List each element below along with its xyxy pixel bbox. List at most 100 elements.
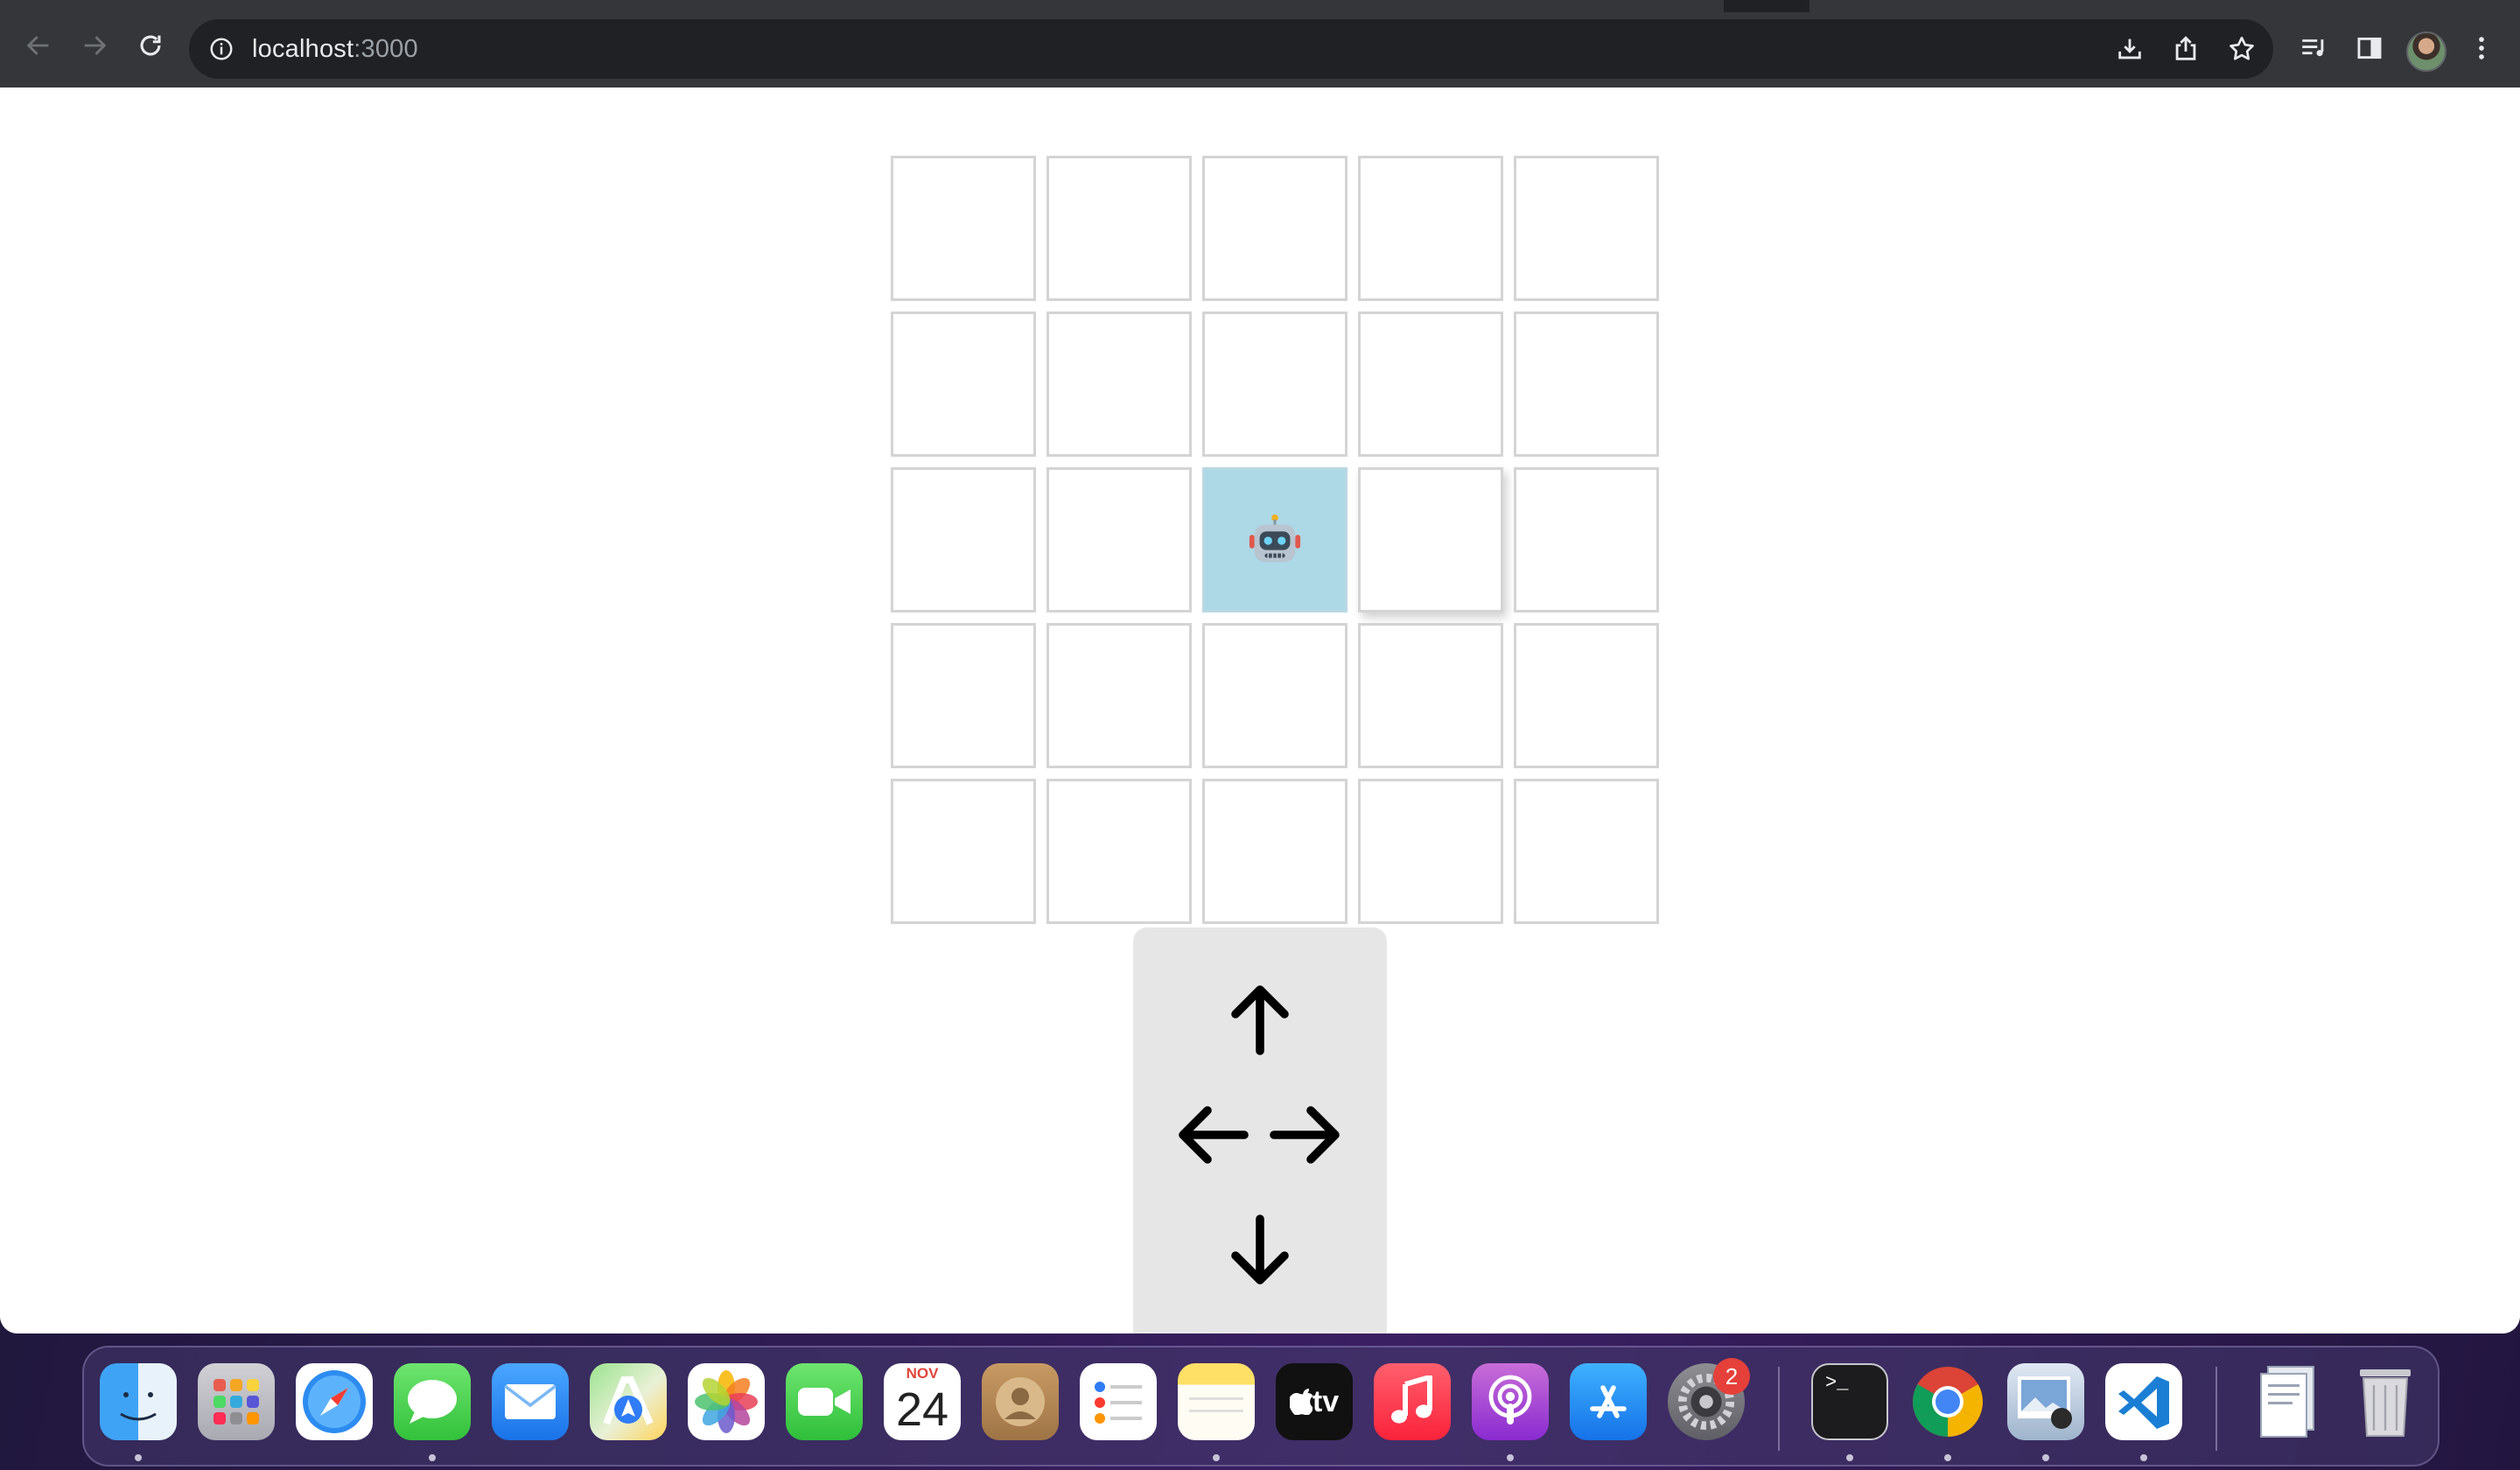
dock-calendar[interactable]: NOV 24: [884, 1363, 961, 1440]
robot-icon: [1249, 514, 1301, 563]
dock-vscode[interactable]: [2105, 1363, 2182, 1440]
install-app-button[interactable]: [2112, 32, 2147, 66]
tab-active[interactable]: [0, 0, 1724, 12]
profile-avatar[interactable]: [2406, 32, 2446, 72]
dock-mail[interactable]: [492, 1363, 569, 1440]
running-indicator: [1944, 1454, 1951, 1461]
calendar-month: NOV: [906, 1365, 939, 1382]
tab-other[interactable]: [1810, 0, 2520, 12]
grid-cell[interactable]: [1202, 623, 1348, 768]
facetime-camera-icon: [798, 1388, 850, 1416]
star-icon: [2230, 36, 2254, 60]
dock-app-store[interactable]: [1570, 1363, 1647, 1440]
browser-toolbar: localhost:3000: [0, 0, 2520, 88]
share-button[interactable]: [2168, 32, 2203, 66]
grid-cell[interactable]: [1358, 156, 1503, 301]
grid-cell[interactable]: [891, 623, 1036, 768]
grid-cell[interactable]: [1358, 467, 1503, 612]
dock-messages[interactable]: [394, 1363, 471, 1440]
right-button[interactable]: [1257, 1087, 1354, 1183]
running-indicator: [2042, 1454, 2049, 1461]
reload-button[interactable]: [133, 28, 168, 63]
grid-cell[interactable]: [1514, 467, 1659, 612]
media-control-button[interactable]: [2296, 31, 2331, 66]
dock-terminal[interactable]: >_: [1811, 1363, 1888, 1440]
running-indicator: [1507, 1454, 1514, 1461]
chrome-icon: [1913, 1367, 1983, 1437]
grid-cell[interactable]: [1514, 156, 1659, 301]
address-bar[interactable]: localhost:3000: [189, 19, 2273, 79]
down-button[interactable]: [1212, 1202, 1308, 1298]
dock-documents-stack[interactable]: [2249, 1363, 2326, 1440]
grid-cell-robot[interactable]: [1202, 467, 1348, 612]
url-text: localhost:3000: [252, 35, 418, 64]
grid-cell[interactable]: [1202, 779, 1348, 924]
notification-badge: 2: [1713, 1358, 1750, 1395]
dock-trash[interactable]: [2347, 1363, 2424, 1440]
grid-cell[interactable]: [1046, 156, 1192, 301]
side-panel-button[interactable]: [2352, 31, 2387, 66]
finder-icon: [120, 1392, 157, 1421]
app-store-icon: [1590, 1385, 1627, 1418]
bookmark-button[interactable]: [2224, 32, 2259, 66]
grid-cell[interactable]: [891, 156, 1036, 301]
grid-cell[interactable]: [1358, 779, 1503, 924]
direction-controls: [1133, 928, 1387, 1334]
running-indicator: [2140, 1454, 2147, 1461]
dock-notes[interactable]: [1178, 1363, 1255, 1440]
safari-compass-icon: [303, 1370, 366, 1433]
grid-cell[interactable]: [1046, 779, 1192, 924]
grid-cell[interactable]: [1046, 623, 1192, 768]
dock-facetime[interactable]: [786, 1363, 863, 1440]
grid-cell[interactable]: [891, 779, 1036, 924]
grid-cell[interactable]: [1046, 467, 1192, 612]
dock-reminders[interactable]: [1080, 1363, 1157, 1440]
dock-launchpad[interactable]: [198, 1363, 275, 1440]
podcasts-icon: [1488, 1375, 1532, 1424]
grid-cell[interactable]: [1358, 312, 1503, 457]
arrow-down-icon: [1231, 1214, 1289, 1284]
grid-cell[interactable]: [1514, 779, 1659, 924]
arrow-left-icon: [1179, 1106, 1249, 1164]
dock: NOV 24 tv 2 >_: [82, 1346, 2440, 1466]
calendar-day: 24: [895, 1383, 949, 1436]
preview-photos-icon: [2018, 1376, 2072, 1429]
grid-cell[interactable]: [891, 467, 1036, 612]
info-icon[interactable]: [208, 36, 234, 62]
dock-chrome[interactable]: [1909, 1363, 1986, 1440]
grid-cell[interactable]: [1202, 312, 1348, 457]
launchpad-icon: [214, 1379, 259, 1424]
dock-system-settings[interactable]: 2: [1668, 1358, 1750, 1440]
music-note-icon: [1391, 1376, 1432, 1424]
dock-music[interactable]: [1374, 1363, 1451, 1440]
dock-safari[interactable]: [296, 1363, 373, 1440]
dock-finder[interactable]: [100, 1363, 177, 1440]
arrow-right-icon: [84, 36, 107, 55]
dock-podcasts[interactable]: [1472, 1363, 1549, 1440]
notes-icon: [1189, 1397, 1243, 1412]
grid-cell[interactable]: [1514, 312, 1659, 457]
dock-maps[interactable]: [590, 1363, 667, 1440]
left-button[interactable]: [1165, 1087, 1261, 1183]
photos-flower-icon: [695, 1370, 758, 1433]
dock-contacts[interactable]: [982, 1363, 1059, 1440]
tab-strip: [0, 0, 2520, 12]
back-button[interactable]: [21, 28, 56, 63]
grid-cell[interactable]: [1358, 623, 1503, 768]
grid-cell[interactable]: [1202, 156, 1348, 301]
kebab-menu-icon: [2479, 37, 2484, 60]
dock-photos[interactable]: [688, 1363, 765, 1440]
up-button[interactable]: [1212, 971, 1308, 1068]
vscode-icon: [2118, 1376, 2169, 1429]
menu-button[interactable]: [2464, 31, 2499, 66]
grid-cell[interactable]: [1046, 312, 1192, 457]
arrow-left-icon: [26, 36, 49, 55]
share-icon: [2175, 36, 2196, 60]
grid-cell[interactable]: [891, 312, 1036, 457]
forward-button[interactable]: [77, 28, 112, 63]
install-app-icon: [2118, 38, 2141, 60]
reload-icon: [140, 35, 161, 56]
grid-cell[interactable]: [1514, 623, 1659, 768]
dock-preview[interactable]: [2007, 1363, 2084, 1440]
dock-tv[interactable]: tv: [1276, 1363, 1353, 1440]
